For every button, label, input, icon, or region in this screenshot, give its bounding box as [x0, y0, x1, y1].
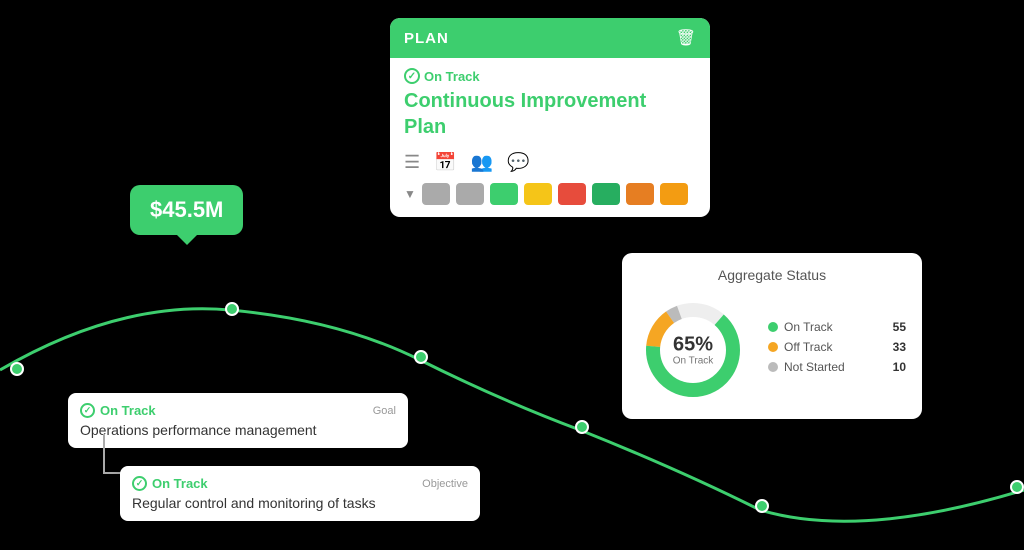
swatch-red[interactable] [558, 183, 586, 205]
objective-description: Regular control and monitoring of tasks [132, 495, 468, 511]
curve-dot-3 [414, 350, 428, 364]
goal-on-track-circle: ✓ [80, 403, 95, 418]
on-track-count: 55 [893, 320, 906, 334]
plan-on-track-status: ✓ On Track [404, 68, 696, 84]
curve-dot-5 [755, 499, 769, 513]
curve-dot-2 [225, 302, 239, 316]
plan-card-header: PLAN 🗑︎ [390, 18, 710, 58]
not-started-legend-label: Not Started [784, 360, 845, 374]
curve-dot-4 [575, 420, 589, 434]
on-track-legend-label: On Track [784, 320, 833, 334]
money-bubble: $45.5M [130, 185, 243, 235]
swatch-gray[interactable] [422, 183, 450, 205]
swatch-gray2[interactable] [456, 183, 484, 205]
donut-subtitle: On Track [673, 356, 714, 367]
goal-description: Operations performance management [80, 422, 396, 438]
legend-item-on-track: On Track 55 [768, 320, 906, 334]
plan-color-swatches: ▼ [404, 183, 696, 205]
goal-objective-connector [103, 434, 121, 474]
calendar-icon[interactable]: 📅 [434, 152, 456, 173]
on-track-dot [768, 322, 778, 332]
objective-on-track-circle: ✓ [132, 476, 147, 491]
legend-item-off-track: Off Track 33 [768, 340, 906, 354]
plan-action-icons: ☰ 📅 👥 💬 [404, 152, 696, 173]
swatch-amber[interactable] [660, 183, 688, 205]
swatch-dark-green[interactable] [592, 183, 620, 205]
donut-chart: 65% On Track [638, 295, 748, 405]
goal-on-track-status: ✓ On Track [80, 403, 156, 418]
plan-card: PLAN 🗑︎ ✓ On Track Continuous Improvemen… [390, 18, 710, 217]
plan-header-title: PLAN [404, 30, 449, 47]
swatch-green[interactable] [490, 183, 518, 205]
expand-arrow[interactable]: ▼ [404, 187, 416, 201]
aggregate-status-card: Aggregate Status 65% On Track On Tr [622, 253, 922, 419]
goal-card-header: ✓ On Track Goal [80, 403, 396, 418]
goal-type-label: Goal [373, 405, 396, 417]
plan-card-body: ✓ On Track Continuous Improvement Plan ☰… [390, 58, 710, 217]
donut-label: 65% On Track [673, 334, 714, 367]
objective-on-track-status: ✓ On Track [132, 476, 208, 491]
edit-icon[interactable]: 🗑︎ [676, 28, 696, 48]
swatch-yellow[interactable] [524, 183, 552, 205]
off-track-count: 33 [893, 340, 906, 354]
not-started-dot [768, 362, 778, 372]
list-icon[interactable]: ☰ [404, 152, 420, 173]
chat-icon[interactable]: 💬 [507, 152, 529, 173]
objective-card: ✓ On Track Objective Regular control and… [120, 466, 480, 521]
team-icon[interactable]: 👥 [471, 152, 493, 173]
objective-card-header: ✓ On Track Objective [132, 476, 468, 491]
donut-percentage: 65% [673, 334, 714, 356]
legend-item-not-started: Not Started 10 [768, 360, 906, 374]
on-track-circle-icon: ✓ [404, 68, 420, 84]
aggregate-legend: On Track 55 Off Track 33 Not Started 10 [768, 320, 906, 380]
aggregate-body: 65% On Track On Track 55 Off Track 33 No… [638, 295, 906, 405]
curve-dot-6 [1010, 480, 1024, 494]
aggregate-title: Aggregate Status [638, 267, 906, 283]
objective-type-label: Objective [422, 478, 468, 490]
curve-dot-1 [10, 362, 24, 376]
plan-title: Continuous Improvement Plan [404, 88, 696, 140]
not-started-count: 10 [893, 360, 906, 374]
off-track-legend-label: Off Track [784, 340, 832, 354]
swatch-orange[interactable] [626, 183, 654, 205]
off-track-dot [768, 342, 778, 352]
